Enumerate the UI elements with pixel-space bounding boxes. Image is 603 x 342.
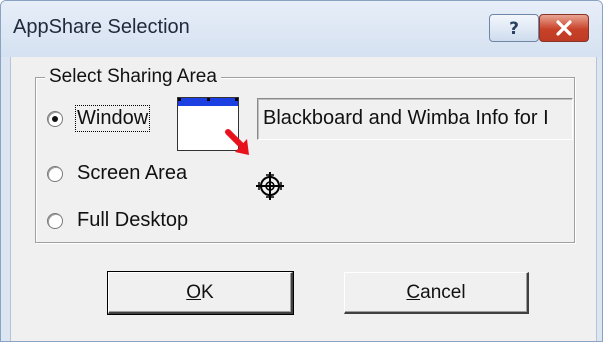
cancel-button[interactable]: Cancel: [344, 272, 529, 314]
title-bar[interactable]: AppShare Selection ?: [1, 1, 602, 57]
window-picker-crosshair-icon[interactable]: [255, 171, 285, 206]
question-mark-icon: ?: [490, 15, 538, 41]
ok-label-rest: K: [201, 281, 214, 303]
radio-full-desktop-button[interactable]: [47, 212, 63, 229]
close-icon: [540, 15, 588, 41]
radio-screen-area-button[interactable]: [47, 165, 63, 182]
appshare-dialog: AppShare Selection ? Select Sharing Area…: [0, 0, 603, 342]
radio-window[interactable]: Window: [47, 105, 151, 132]
radio-screen-area[interactable]: Screen Area: [47, 162, 187, 185]
radio-full-desktop-label[interactable]: Full Desktop: [77, 209, 188, 232]
ok-button[interactable]: OK: [107, 271, 294, 315]
close-button[interactable]: [539, 14, 589, 42]
group-label: Select Sharing Area: [45, 66, 221, 88]
radio-screen-area-label[interactable]: Screen Area: [77, 162, 187, 185]
cancel-label-rest: ancel: [420, 281, 466, 303]
help-button[interactable]: ?: [489, 14, 539, 42]
radio-window-label[interactable]: Window: [74, 105, 151, 132]
window-title: AppShare Selection: [13, 16, 190, 38]
ok-mnemonic: O: [186, 281, 202, 303]
selected-window-title-field: Blackboard and Wimba Info for I: [257, 98, 573, 140]
cancel-mnemonic: C: [406, 281, 421, 303]
red-arrow-icon: [225, 129, 255, 164]
help-glyph: ?: [509, 19, 519, 38]
radio-window-button[interactable]: [47, 110, 63, 127]
radio-full-desktop[interactable]: Full Desktop: [47, 209, 188, 232]
dialog-body: Select Sharing Area Window Screen Area F…: [10, 57, 597, 341]
